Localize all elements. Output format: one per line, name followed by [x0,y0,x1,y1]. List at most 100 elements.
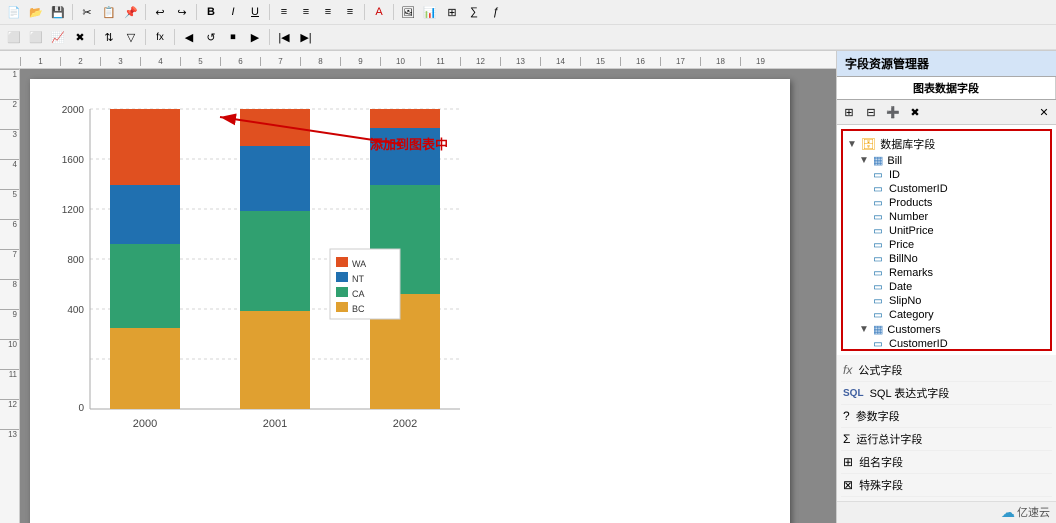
content-row: 1 2 3 4 5 6 7 8 9 10 11 12 13 [0,69,836,523]
chart-btn[interactable]: 📊 [420,2,440,22]
btn2-fx[interactable]: fx [150,27,170,47]
justify-btn[interactable]: ≡ [340,2,360,22]
group-fields-item[interactable]: ⊞ 组名字段 [841,451,1052,474]
ruler-mark: 11 [420,57,460,66]
ruler-mark: 6 [220,57,260,66]
v-mark: 11 [0,369,19,399]
field-label: Date [889,281,912,293]
field-number[interactable]: ▭ Number [847,210,1046,224]
field-price[interactable]: ▭ Price [847,238,1046,252]
ruler-mark: 10 [380,57,420,66]
btn2-fwd[interactable]: ▶ [245,27,265,47]
group-fields-label: 组名字段 [859,454,903,470]
field-id[interactable]: ▭ ID [847,168,1046,182]
field-label: UnitPrice [889,225,934,237]
align-center-btn[interactable]: ≡ [296,2,316,22]
svg-text:2001: 2001 [263,418,287,430]
field-label: CustomerID [889,183,948,195]
tab-chart-data-fields[interactable]: 图表数据字段 [837,77,1056,99]
field-label: ID [889,169,900,181]
close-panel-btn[interactable]: ✕ [1034,102,1054,122]
logo-text: 亿速云 [1017,504,1050,521]
sql-fields-item[interactable]: SQL SQL 表达式字段 [841,382,1052,405]
field-icon: ▭ [871,212,885,223]
field-icon: ▭ [871,282,885,293]
sep4 [269,4,270,20]
field-unitprice[interactable]: ▭ UnitPrice [847,224,1046,238]
function-btn[interactable]: ƒ [486,2,506,22]
svg-text:2002: 2002 [393,418,417,430]
delete-field-btn[interactable]: ✖ [905,102,925,122]
bold-btn[interactable]: B [201,2,221,22]
btn2-nav2[interactable]: ▶| [296,27,316,47]
paste-btn[interactable]: 📌 [121,2,141,22]
group-icon: ⊞ [843,455,853,469]
svg-text:1200: 1200 [62,205,85,216]
add-field-btn[interactable]: ➕ [883,102,903,122]
btn2-back[interactable]: ◀ [179,27,199,47]
running-total-item[interactable]: Σ 运行总计字段 [841,428,1052,451]
right-panel: 字段资源管理器 图表数据字段 ⊞ ⊟ ➕ ✖ ✕ ▼ 🗄 数据库字段 ▼ [836,51,1056,523]
btn2-chart[interactable]: 📈 [48,27,68,47]
field-icon: ▭ [871,268,885,279]
btn2-2[interactable]: ⬜ [26,27,46,47]
field-cust-customerid[interactable]: ▭ CustomerID [847,337,1046,351]
open-btn[interactable]: 📂 [26,2,46,22]
field-billno[interactable]: ▭ BillNo [847,252,1046,266]
ruler-mark: 1 [20,57,60,66]
bar-wa-2002 [370,109,440,128]
font-color-btn[interactable]: A [369,2,389,22]
tree-table-customers[interactable]: ▼ ▦ Customers [847,322,1046,337]
table-btn[interactable]: ⊞ [442,2,462,22]
new-file-btn[interactable]: 📄 [4,2,24,22]
expand-icon: ▼ [859,155,869,166]
tab-label: 图表数据字段 [913,83,979,95]
field-customerid[interactable]: ▭ CustomerID [847,182,1046,196]
panel-toolbar: ⊞ ⊟ ➕ ✖ ✕ [837,100,1056,125]
collapse-all-btn[interactable]: ⊟ [861,102,881,122]
btn2-stop[interactable]: ⏹ [223,27,243,47]
field-category[interactable]: ▭ Category [847,308,1046,322]
param-fields-label: 参数字段 [856,408,900,424]
underline-btn[interactable]: U [245,2,265,22]
expand-all-btn[interactable]: ⊞ [839,102,859,122]
btn2-1[interactable]: ⬜ [4,27,24,47]
btn2-nav1[interactable]: |◀ [274,27,294,47]
redo-btn[interactable]: ↪ [172,2,192,22]
save-btn[interactable]: 💾 [48,2,68,22]
v-mark: 1 [0,69,19,99]
field-icon: ▭ [871,310,885,321]
ruler-mark: 4 [140,57,180,66]
copy-btn[interactable]: 📋 [99,2,119,22]
undo-btn[interactable]: ↩ [150,2,170,22]
special-fields-item[interactable]: ⊠ 特殊字段 [841,474,1052,497]
btn2-refresh[interactable]: ↺ [201,27,221,47]
ruler-mark: 2 [60,57,100,66]
formula-fields-item[interactable]: fx 公式字段 [841,359,1052,382]
img-btn[interactable]: 🖼 [398,2,418,22]
special-fields-label: 特殊字段 [859,477,903,493]
v-mark: 2 [0,99,19,129]
v-mark: 5 [0,189,19,219]
cut-btn[interactable]: ✂ [77,2,97,22]
btn2-sort[interactable]: ⇅ [99,27,119,47]
field-slipno[interactable]: ▭ SlipNo [847,294,1046,308]
param-fields-item[interactable]: ? 参数字段 [841,405,1052,428]
align-left-btn[interactable]: ≡ [274,2,294,22]
field-date[interactable]: ▭ Date [847,280,1046,294]
italic-btn[interactable]: I [223,2,243,22]
align-right-btn[interactable]: ≡ [318,2,338,22]
field-remarks[interactable]: ▭ Remarks [847,266,1046,280]
panel-title: 字段资源管理器 [845,57,929,71]
field-icon: ▭ [871,198,885,209]
db-fields-label: 数据库字段 [880,136,935,152]
field-products[interactable]: ▭ Products [847,196,1046,210]
bar-ca-2000 [110,244,180,328]
tree-table-bill[interactable]: ▼ ▦ Bill [847,153,1046,168]
tree-root-db-fields[interactable]: ▼ 🗄 数据库字段 [847,135,1046,153]
btn2-filter[interactable]: ▽ [121,27,141,47]
v-mark: 3 [0,129,19,159]
ruler-mark: 12 [460,57,500,66]
btn2-cancel[interactable]: ✖ [70,27,90,47]
formula-btn[interactable]: ∑ [464,2,484,22]
